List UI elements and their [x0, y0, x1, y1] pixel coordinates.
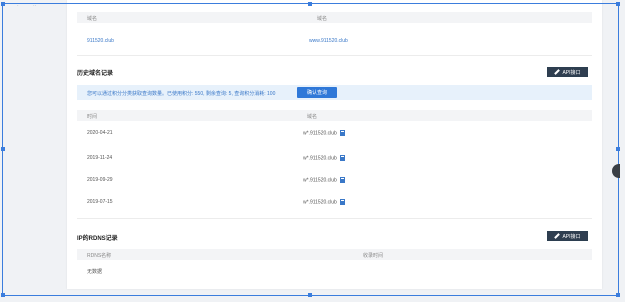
resize-handle[interactable] [308, 293, 312, 297]
resize-handle[interactable] [1, 293, 5, 297]
top-fragment: ·· [33, 3, 37, 9]
resize-handle[interactable] [308, 2, 312, 6]
resize-handle[interactable] [1, 2, 5, 6]
side-toggle-button[interactable] [612, 164, 620, 178]
resize-handle[interactable] [1, 147, 5, 151]
selection-frame: · ·· [1, 2, 620, 297]
resize-handle[interactable] [616, 147, 620, 151]
top-fragment: · [17, 3, 19, 9]
resize-handle[interactable] [616, 293, 620, 297]
resize-handle[interactable] [616, 2, 620, 6]
